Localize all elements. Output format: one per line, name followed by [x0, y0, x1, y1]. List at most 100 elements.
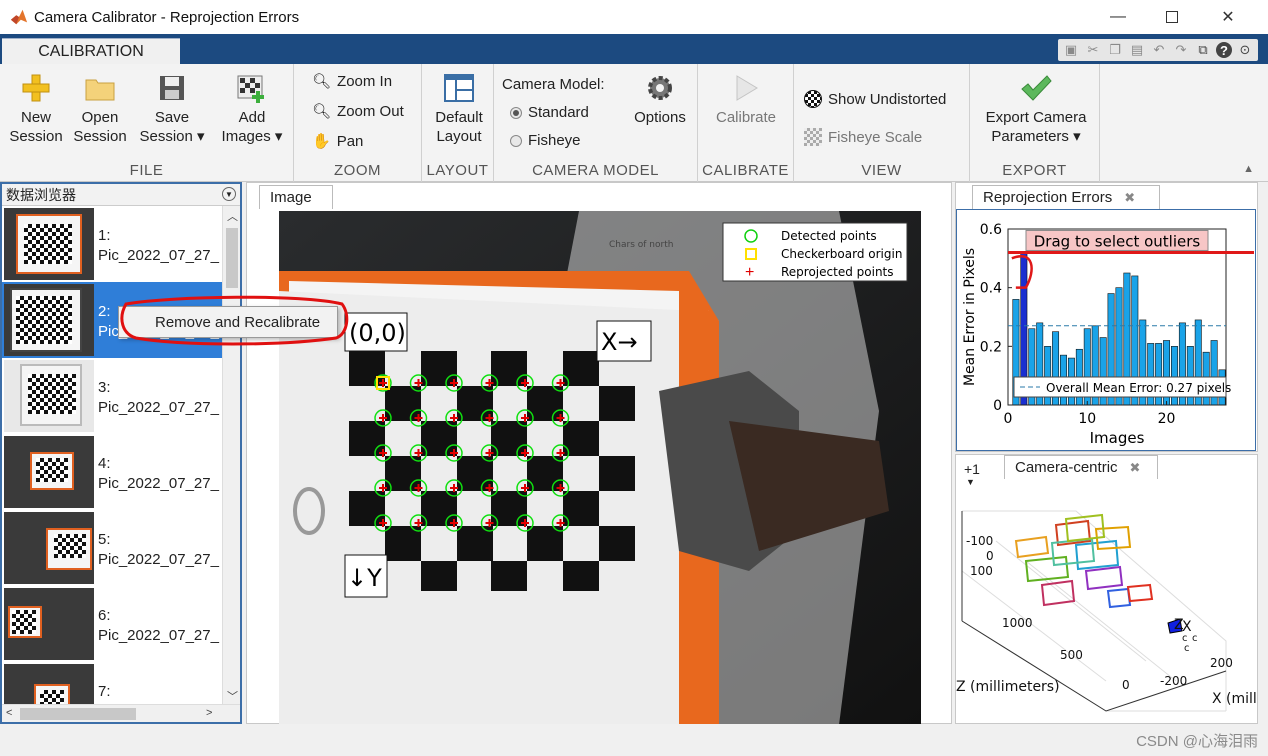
- watermark-text: CSDN @心海泪雨: [1136, 733, 1258, 750]
- z-tick: 0: [1122, 678, 1130, 692]
- data-browser-title: 数据浏览器: [6, 186, 76, 203]
- legend-origin-label: Checkerboard origin: [781, 247, 902, 261]
- title-bar: Camera Calibrator - Reprojection Errors …: [0, 0, 1268, 34]
- copy-icon[interactable]: ❐: [1106, 42, 1124, 58]
- svg-text:c: c: [1192, 633, 1198, 644]
- scroll-down-icon[interactable]: ﹀: [227, 688, 238, 704]
- list-item[interactable]: 3: Pic_2022_07_27_: [2, 358, 222, 434]
- group-label-calibrate: CALIBRATE: [702, 162, 789, 179]
- pan-button[interactable]: ✋ Pan: [312, 132, 363, 151]
- radio-standard[interactable]: Standard: [510, 104, 589, 121]
- group-label-zoom: ZOOM: [334, 162, 381, 179]
- zoom-in-icon: 🔍︎: [312, 73, 332, 90]
- layout-grid-icon: [444, 74, 474, 102]
- close-tab-icon[interactable]: ✖: [1130, 460, 1141, 476]
- thumbnail-image: [4, 512, 94, 584]
- y-tick: 0: [986, 549, 994, 563]
- group-view: Show Undistorted Fisheye Scale VIEW: [794, 64, 970, 182]
- thumbnail-image: [4, 436, 94, 508]
- x-tick: 200: [1210, 656, 1233, 670]
- calibrate-button[interactable]: Calibrate: [710, 72, 782, 127]
- new-session-button[interactable]: New Session: [6, 72, 66, 146]
- x-axis-label: X (mill: [1212, 691, 1256, 707]
- y-tick: 100: [970, 564, 993, 578]
- svg-text:c: c: [1184, 643, 1190, 654]
- redo-icon[interactable]: ↷: [1172, 42, 1190, 58]
- add-images-button[interactable]: Add Images ▾: [216, 72, 288, 146]
- red-annotation-circle: [120, 295, 349, 346]
- maximize-icon: [1166, 11, 1178, 23]
- vertical-scrollbar[interactable]: ︿ ﹀: [222, 206, 240, 706]
- group-label-camera-model: CAMERA MODEL: [532, 162, 659, 179]
- z-axis-label: Z (millimeters): [956, 679, 1060, 695]
- z-tick: 1000: [1002, 616, 1033, 630]
- list-item[interactable]: 6: Pic_2022_07_27_: [2, 586, 222, 662]
- list-item[interactable]: 5: Pic_2022_07_27_: [2, 510, 222, 586]
- tab-calibration[interactable]: CALIBRATION: [2, 38, 180, 64]
- close-button[interactable]: ✕: [1198, 0, 1258, 34]
- export-parameters-button[interactable]: Export Camera Parameters ▾: [976, 72, 1096, 146]
- image-legend: + Detected points Checkerboard origin Re…: [722, 222, 908, 282]
- default-layout-button[interactable]: Default Layout: [426, 72, 492, 146]
- options-button[interactable]: Options: [628, 72, 692, 127]
- save-session-button[interactable]: Save Session ▾: [136, 72, 208, 146]
- legend-reprojected-icon: +: [745, 264, 754, 281]
- scrollbar-thumb[interactable]: [226, 228, 238, 288]
- list-item[interactable]: 4: Pic_2022_07_27_: [2, 434, 222, 510]
- camera-board-poses: [1014, 513, 1154, 609]
- show-undistorted-button[interactable]: Show Undistorted: [804, 90, 946, 108]
- z-tick: 500: [1060, 648, 1083, 662]
- options-dropdown-icon[interactable]: ⊙: [1236, 42, 1254, 58]
- status-bar: CSDN @心海泪雨: [0, 724, 1268, 756]
- tab-image[interactable]: Image: [259, 185, 333, 209]
- help-icon[interactable]: ?: [1216, 42, 1232, 58]
- scroll-right-icon[interactable]: >: [206, 707, 212, 719]
- y-tick: -100: [966, 534, 993, 548]
- open-session-button[interactable]: Open Session: [70, 72, 130, 146]
- list-item[interactable]: 1: Pic_2022_07_27_: [2, 206, 222, 282]
- window-layout-icon[interactable]: ⧉: [1194, 42, 1212, 58]
- y-tick-label: 0.4: [980, 281, 1002, 297]
- scrollbar-thumb[interactable]: [20, 708, 136, 720]
- zoom-out-button[interactable]: 🔍︎ Zoom Out: [312, 102, 404, 121]
- y-tick-label: 0: [993, 398, 1002, 414]
- undo-icon[interactable]: ↶: [1150, 42, 1168, 58]
- origin-label-box: (0,0): [344, 312, 408, 352]
- collapse-ribbon-icon[interactable]: ▲: [1243, 163, 1254, 175]
- panel-menu-icon[interactable]: ▼: [222, 187, 236, 201]
- scroll-left-icon[interactable]: <: [6, 707, 12, 719]
- minimize-button[interactable]: —: [1088, 0, 1148, 34]
- y-tick-label: 0.6: [980, 222, 1002, 238]
- group-label-file: FILE: [129, 162, 164, 179]
- play-icon: [736, 75, 758, 101]
- radio-off-icon: [510, 134, 522, 147]
- group-calibrate: Calibrate CALIBRATE: [698, 64, 794, 182]
- close-tab-icon[interactable]: ✖: [1124, 190, 1135, 206]
- radio-fisheye[interactable]: Fisheye: [510, 132, 581, 149]
- cut-icon[interactable]: ✂: [1084, 42, 1102, 58]
- close-icon: ✕: [1221, 9, 1235, 26]
- group-zoom: 🔍︎ Zoom In 🔍︎ Zoom Out ✋ Pan ZOOM: [294, 64, 422, 182]
- fisheye-scale-button[interactable]: Fisheye Scale: [804, 128, 922, 146]
- ribbon: New Session Open Session Save Session ▾ …: [0, 64, 1268, 182]
- save-icon[interactable]: ▣: [1062, 42, 1080, 58]
- image-panel: Image Chars of north (0,0) X→ ↓Y + Detec…: [246, 182, 952, 725]
- camera-centric-3d-plot: -100 0 100 1000 500 0 200 -200 Z (millim…: [956, 510, 1256, 712]
- legend-reprojected-label: Reprojected points: [781, 265, 894, 279]
- floppy-disk-icon: [160, 76, 184, 100]
- list-item[interactable]: 7:: [2, 662, 222, 706]
- matlab-logo-icon: [10, 9, 28, 25]
- ribbon-tab-strip: CALIBRATION ▣ ✂ ❐ ▤ ↶ ↷ ⧉ ? ⊙: [0, 34, 1268, 64]
- group-label-layout: LAYOUT: [426, 162, 489, 179]
- tab-camera-centric[interactable]: Camera-centric ✖: [1004, 455, 1158, 479]
- tab-reprojection-errors[interactable]: Reprojection Errors ✖: [972, 185, 1160, 209]
- camera-icon: Z X c c c: [1167, 617, 1198, 654]
- horizontal-scrollbar[interactable]: < >: [2, 704, 240, 722]
- zoom-in-button[interactable]: 🔍︎ Zoom In: [312, 72, 392, 91]
- extra-tabs-count[interactable]: +1: [964, 461, 980, 477]
- scroll-up-icon[interactable]: ︿: [227, 208, 238, 224]
- legend-detected-label: Detected points: [781, 229, 877, 243]
- maximize-button[interactable]: [1142, 0, 1202, 34]
- fisheye-scale-icon: [804, 128, 822, 146]
- paste-icon[interactable]: ▤: [1128, 42, 1146, 58]
